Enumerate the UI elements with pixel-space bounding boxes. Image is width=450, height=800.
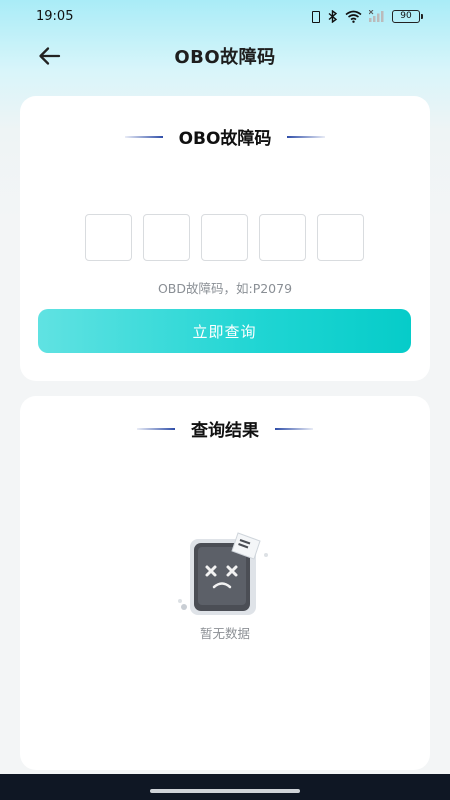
battery-icon: 90 (392, 9, 423, 23)
app-header: OBO故障码 (0, 36, 450, 76)
bluetooth-icon (328, 9, 338, 23)
code-input-2[interactable] (143, 214, 190, 261)
signal-icon (369, 10, 384, 22)
system-navigation-bar (0, 774, 450, 800)
back-button[interactable] (36, 44, 64, 68)
code-input-group (85, 214, 364, 261)
query-card: OBO故障码 OBD故障码，如:P2079 立即查询 (20, 96, 430, 381)
vibrate-icon (309, 10, 321, 23)
result-section-title: 查询结果 (20, 416, 430, 441)
code-input-4[interactable] (259, 214, 306, 261)
empty-state-text: 暂无数据 (199, 626, 250, 641)
result-section-title-text: 查询结果 (191, 421, 259, 441)
query-section-title-text: OBO故障码 (178, 129, 272, 149)
query-button[interactable]: 立即查询 (38, 309, 411, 353)
arrow-left-icon (39, 47, 61, 65)
wifi-icon (345, 10, 362, 23)
code-hint: OBD故障码，如:P2079 (157, 281, 293, 296)
home-indicator[interactable] (150, 789, 300, 793)
status-icons: 90 (309, 9, 423, 23)
result-card: 查询结果 暂无数据 (20, 396, 430, 770)
title-divider-right (287, 135, 326, 138)
code-input-1[interactable] (85, 214, 132, 261)
title-divider-right (275, 427, 313, 430)
query-section-title: OBO故障码 (20, 124, 430, 149)
code-input-3[interactable] (201, 214, 248, 261)
code-input-5[interactable] (317, 214, 364, 261)
status-time: 19:05 (36, 8, 74, 24)
page-title: OBO故障码 (174, 47, 276, 68)
status-bar: 19:05 90 (0, 0, 450, 32)
sad-document-icon (178, 532, 268, 615)
title-divider-left (124, 135, 163, 138)
title-divider-left (137, 427, 175, 430)
